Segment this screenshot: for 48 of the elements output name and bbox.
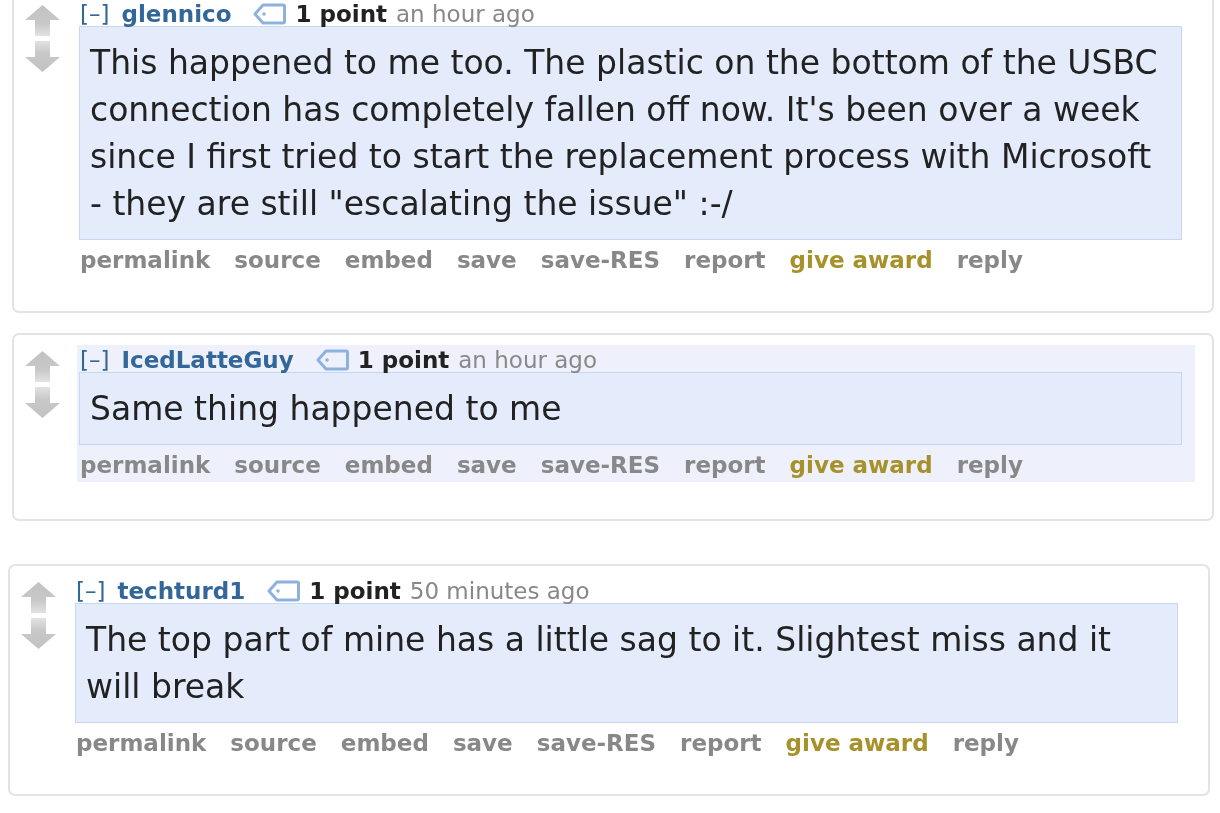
down-arrow-icon[interactable]: [25, 387, 60, 418]
action-link[interactable]: save-RES: [540, 453, 661, 477]
tag-icon[interactable]: [267, 580, 301, 602]
timestamp: 50 minutes ago: [409, 579, 590, 603]
give-award-link[interactable]: give award: [785, 731, 929, 755]
action-link[interactable]: permalink: [80, 248, 211, 272]
score-text: 1 point: [357, 348, 450, 372]
timestamp: an hour ago: [458, 348, 597, 372]
action-link[interactable]: reply: [952, 731, 1019, 755]
tag-icon[interactable]: [253, 3, 287, 25]
down-arrow-icon[interactable]: [25, 41, 60, 72]
up-arrow-icon[interactable]: [21, 582, 56, 613]
action-link[interactable]: source: [234, 453, 321, 477]
action-link[interactable]: save: [456, 453, 517, 477]
collapse-toggle[interactable]: [–]: [80, 2, 110, 26]
action-link[interactable]: report: [684, 453, 766, 477]
timestamp: an hour ago: [396, 2, 535, 26]
action-link[interactable]: source: [234, 248, 321, 272]
author-link[interactable]: techturd1: [117, 579, 246, 603]
action-link[interactable]: report: [684, 248, 766, 272]
tag-icon[interactable]: [315, 349, 349, 371]
up-arrow-icon[interactable]: [25, 351, 60, 382]
collapse-toggle[interactable]: [–]: [76, 579, 106, 603]
action-link[interactable]: reply: [956, 248, 1023, 272]
action-link[interactable]: save: [452, 731, 513, 755]
action-link[interactable]: reply: [956, 453, 1023, 477]
comment-body: This happened to me too. The plastic on the bottom of the USBC connection has completely fallen off now. It's been over a week since I first tried to start the replacement process with Microsoft - they are still "escalating the issue" :-/: [79, 26, 1182, 240]
action-link[interactable]: save: [456, 248, 517, 272]
give-award-link[interactable]: give award: [789, 453, 933, 477]
action-link[interactable]: embed: [344, 453, 433, 477]
action-link[interactable]: source: [230, 731, 317, 755]
author-link[interactable]: IcedLatteGuy: [121, 348, 294, 372]
action-link[interactable]: permalink: [76, 731, 207, 755]
up-arrow-icon[interactable]: [25, 5, 60, 36]
comment-body: Same thing happened to me: [79, 372, 1182, 445]
down-arrow-icon[interactable]: [21, 618, 56, 649]
score-text: 1 point: [295, 2, 387, 26]
action-link[interactable]: embed: [344, 248, 433, 272]
action-link[interactable]: save-RES: [536, 731, 657, 755]
action-link[interactable]: report: [680, 731, 762, 755]
action-link[interactable]: permalink: [80, 453, 211, 477]
action-link[interactable]: embed: [340, 731, 429, 755]
action-link[interactable]: save-RES: [540, 248, 661, 272]
comment-body: The top part of mine has a little sag to it. Slightest miss and it will break: [75, 603, 1178, 723]
give-award-link[interactable]: give award: [789, 248, 933, 272]
collapse-toggle[interactable]: [–]: [80, 348, 110, 372]
score-text: 1 point: [309, 579, 401, 603]
author-link[interactable]: glennico: [121, 2, 232, 26]
